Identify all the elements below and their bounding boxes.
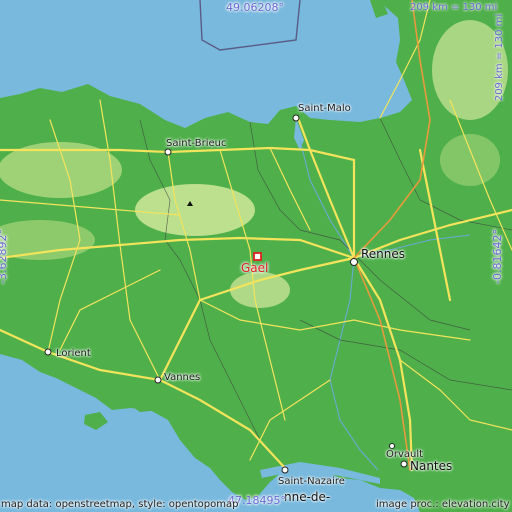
city-label-saint-brieuc: Saint-Brieuc [166,138,227,149]
highland-paimpont [230,272,290,308]
coord-top-label: 49.06208° [226,1,284,14]
highland-east [440,134,500,186]
city-label-rennes: Rennes [361,247,406,261]
city-label-saint-nazaire: Saint-Nazaire [278,476,345,487]
highland-mene [135,184,255,236]
map-canvas [0,0,512,512]
coord-left-label: -3.62892° [0,229,9,284]
city-label-reze-partial: nne-de- [284,490,331,504]
city-label-vannes: Vannes [164,372,201,383]
city-label-lorient: Lorient [56,348,91,359]
scale-horizontal-label: 209 km = 130 mi [410,2,498,13]
city-label-nantes: Nantes [410,459,453,473]
coord-right-label: -0.81642° [490,229,504,284]
focus-place-label: Gael [241,261,269,275]
city-label-saint-malo: Saint-Malo [298,103,351,114]
map-credit-left: map data: openstreetmap, style: opentopo… [1,499,239,510]
focus-marker[interactable] [253,252,262,261]
scale-vertical-label: 209 km = 130 mi [494,13,506,102]
map-credit-right: image proc.: elevation.city [376,499,510,510]
map-view[interactable]: Saint-Malo Saint-Brieuc Rennes Lorient V… [0,0,512,512]
